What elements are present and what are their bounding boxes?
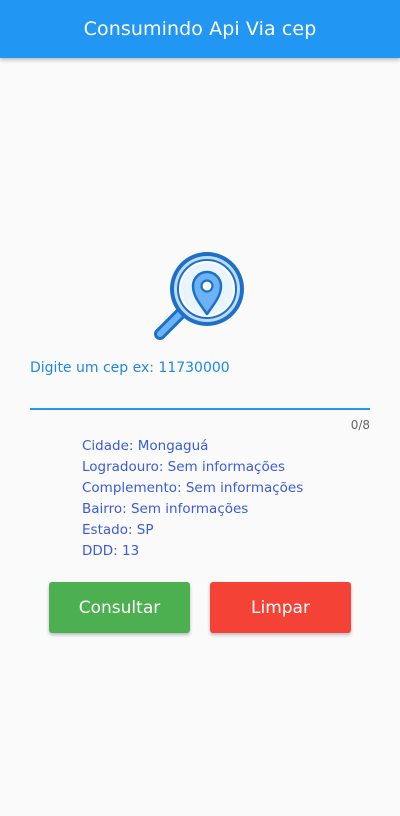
app-bar: Consumindo Api Via cep: [0, 0, 400, 58]
estado-text: Estado: SP: [82, 522, 154, 538]
logradouro-text: Logradouro: Sem informações: [82, 459, 286, 475]
cidade-text: Cidade: Mongaguá: [82, 438, 209, 454]
character-counter: 0/8: [350, 418, 370, 432]
cep-input[interactable]: [30, 384, 370, 410]
location-search-icon: [154, 252, 244, 340]
consultar-button[interactable]: Consultar: [49, 582, 190, 633]
cep-label: Digite um cep ex: 11730000: [30, 360, 230, 376]
ddd-text: DDD: 13: [82, 543, 140, 559]
address-info: Cidade: Mongaguá Logradouro: Sem informa…: [82, 436, 303, 562]
app-title: Consumindo Api Via cep: [83, 18, 317, 40]
limpar-button[interactable]: Limpar: [210, 582, 351, 633]
bairro-text: Bairro: Sem informações: [82, 501, 249, 517]
complemento-text: Complemento: Sem informações: [82, 480, 304, 496]
